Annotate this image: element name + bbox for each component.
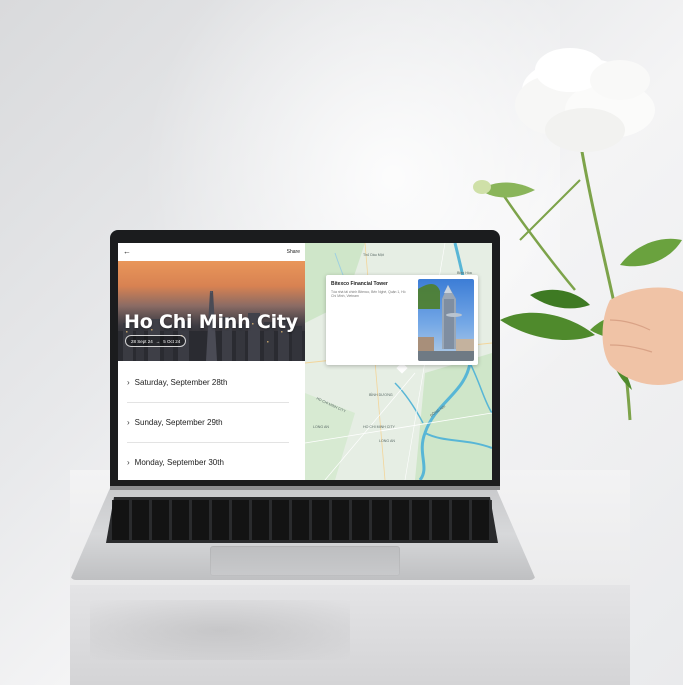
share-button[interactable]: Share — [287, 249, 300, 255]
map-label-binh-duong: BÌNH DƯƠNG — [369, 393, 393, 397]
table-shadow — [90, 600, 350, 660]
date-range-chip[interactable]: 28 Sept 24 → 5 Oct 24 — [125, 335, 187, 347]
tower-illustration — [418, 284, 474, 361]
trip-panel: ← Share Ho Chi Minh City 28 Sept 24 → 5 … — [118, 243, 305, 480]
laptop-trackpad — [210, 546, 400, 576]
city-title: Ho Chi Minh City — [124, 311, 298, 333]
day-list: › Saturday, September 28th › Sunday, Sep… — [118, 363, 305, 480]
arrow-left-icon[interactable]: ← — [123, 248, 131, 256]
arrow-right-icon: → — [155, 338, 161, 344]
date-start: 28 Sept 24 — [131, 338, 153, 344]
chevron-right-icon: › — [127, 378, 130, 387]
map-label-thu-dau-mot: Thủ Dầu Một — [363, 253, 384, 257]
day-label: Sunday, September 29th — [134, 418, 223, 427]
map-label-hcmc-2: HO CHI MINH CITY — [363, 425, 395, 429]
place-popup[interactable]: Bitexco Financial Tower Tòa nhà tài chín… — [326, 275, 478, 365]
chevron-right-icon: › — [127, 458, 130, 467]
laptop-hinge — [110, 486, 500, 490]
popup-address: Tòa nhà tài chính Bitexco, Bến Nghé, Quậ… — [331, 290, 406, 299]
map-label-long-an-2: LONG AN — [379, 439, 395, 443]
day-item-sunday[interactable]: › Sunday, September 29th — [127, 403, 289, 443]
day-item-monday[interactable]: › Monday, September 30th — [127, 443, 289, 480]
day-item-saturday[interactable]: › Saturday, September 28th — [127, 363, 289, 403]
chevron-right-icon: › — [127, 418, 130, 427]
tower-photo — [418, 279, 474, 361]
map-label-long-an-1: LONG AN — [313, 425, 329, 429]
city-hero-image: Ho Chi Minh City 28 Sept 24 → 5 Oct 24 — [118, 261, 305, 361]
laptop-screen: ← Share Ho Chi Minh City 28 Sept 24 → 5 … — [118, 243, 492, 480]
popup-title: Bitexco Financial Tower — [331, 281, 388, 287]
laptop-keys — [112, 500, 492, 540]
map-view[interactable]: Thủ Dầu Một Biên Hòa BÌNH DƯƠNG HO CHI M… — [305, 243, 492, 480]
day-label: Monday, September 30th — [134, 458, 224, 467]
top-bar: ← Share — [118, 243, 305, 261]
date-end: 5 Oct 24 — [163, 338, 181, 344]
day-label: Saturday, September 28th — [134, 378, 228, 387]
